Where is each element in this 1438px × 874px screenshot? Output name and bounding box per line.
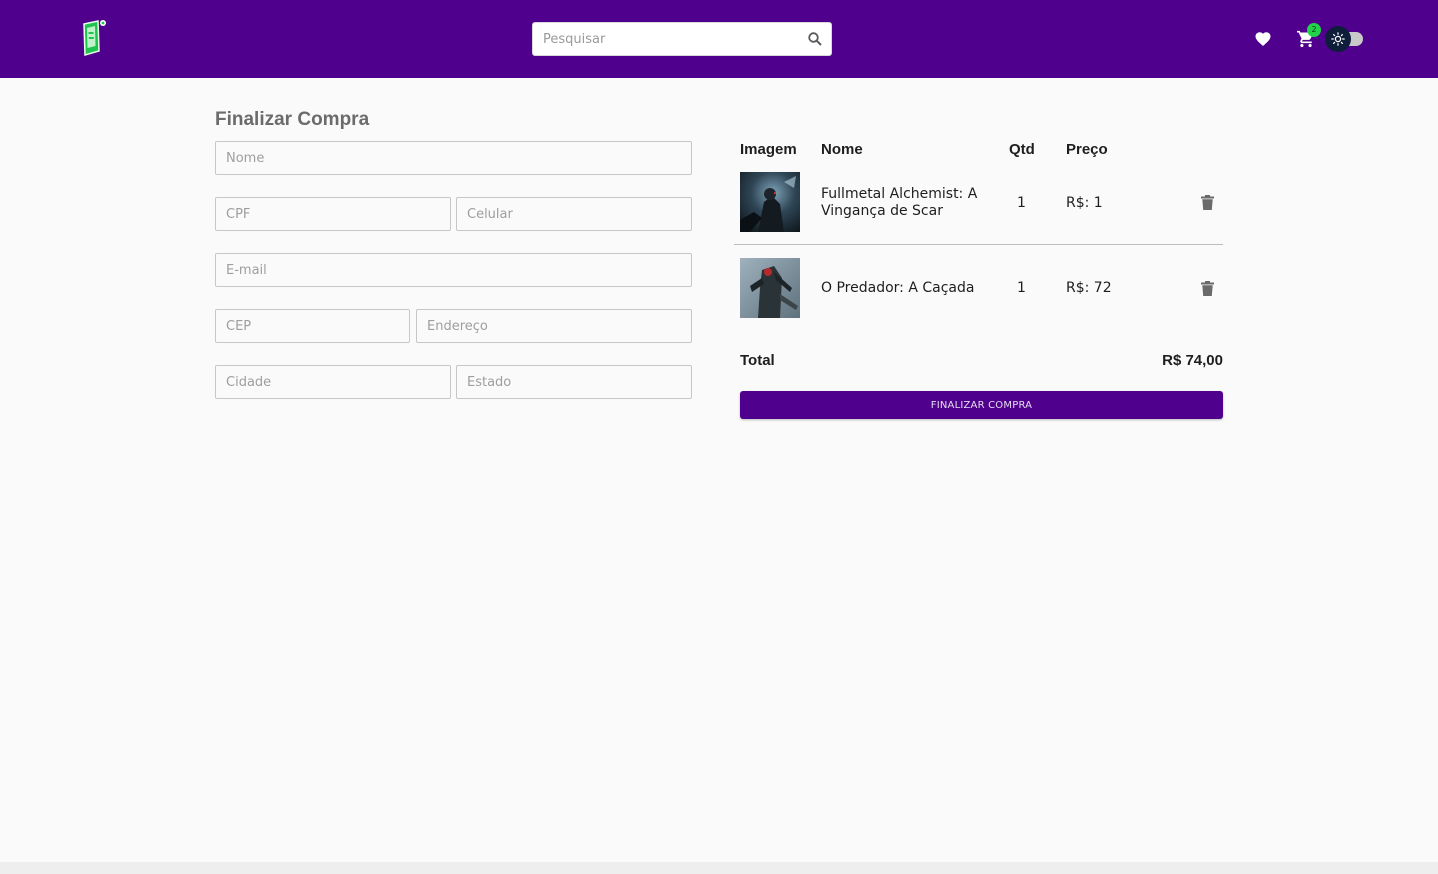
cidade-field[interactable] — [215, 365, 451, 399]
product-qty: 1 — [1017, 280, 1026, 296]
theme-toggle[interactable] — [1325, 26, 1363, 52]
search-icon[interactable] — [807, 31, 823, 47]
product-name: O Predador: A Caçada — [821, 280, 975, 296]
email-field[interactable] — [215, 253, 692, 287]
product-image-fullmetal — [740, 172, 800, 232]
endereco-field[interactable] — [416, 309, 692, 343]
column-header-qtd: Qtd — [1009, 141, 1035, 158]
cpf-field[interactable] — [215, 197, 451, 231]
footer-strip — [0, 862, 1438, 874]
heart-icon[interactable] — [1254, 30, 1272, 48]
product-price: R$: 1 — [1066, 195, 1103, 211]
product-image-predador — [740, 258, 800, 318]
column-header-nome: Nome — [821, 141, 863, 158]
search-box — [532, 22, 832, 56]
product-qty: 1 — [1017, 195, 1026, 211]
finalize-purchase-button[interactable]: FINALIZAR COMPRA — [740, 391, 1223, 419]
trash-icon[interactable] — [1201, 195, 1214, 210]
nome-field[interactable] — [215, 141, 692, 175]
estado-field[interactable] — [456, 365, 692, 399]
cart-count-badge: 2 — [1307, 23, 1321, 37]
sun-icon — [1331, 32, 1345, 46]
toggle-knob — [1325, 26, 1351, 52]
column-header-preco: Preço — [1066, 141, 1108, 158]
product-price: R$: 72 — [1066, 280, 1112, 296]
top-navbar: 2 — [0, 0, 1438, 78]
search-input[interactable] — [533, 23, 803, 55]
product-name: Fullmetal Alchemist: A Vingança de Scar — [821, 186, 978, 219]
total-label: Total — [740, 352, 775, 369]
column-header-imagem: Imagem — [740, 141, 797, 158]
trash-icon[interactable] — [1201, 281, 1214, 296]
row-divider — [734, 244, 1223, 245]
logo-icon[interactable] — [78, 18, 108, 58]
form-title: Finalizar Compra — [215, 109, 370, 130]
cep-field[interactable] — [215, 309, 410, 343]
total-value: R$ 74,00 — [1162, 352, 1223, 369]
celular-field[interactable] — [456, 197, 692, 231]
